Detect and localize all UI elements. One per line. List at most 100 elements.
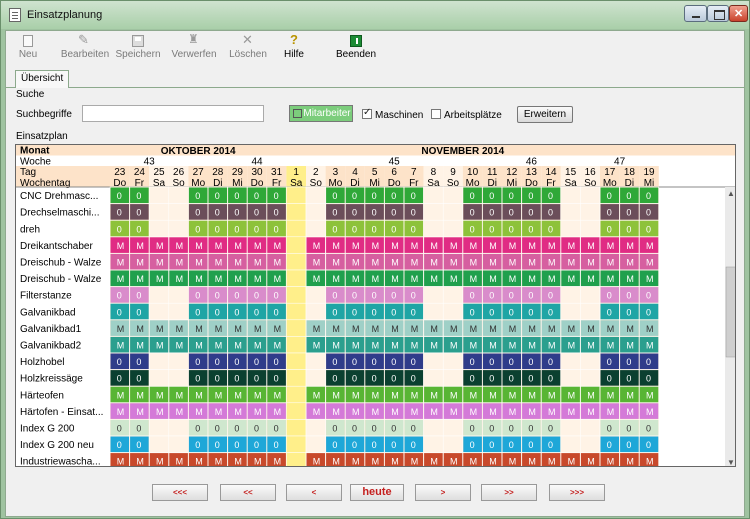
nav-back-more-button[interactable]: << <box>220 484 276 501</box>
schedule-cell[interactable] <box>148 219 170 238</box>
schedule-cell[interactable] <box>580 419 601 437</box>
mitarbeiter-toggle[interactable]: Mitarbeiter <box>289 105 353 122</box>
new-button[interactable]: Neu <box>10 33 46 67</box>
delete-button[interactable]: Löschen <box>222 32 274 67</box>
schedule-cell[interactable] <box>286 186 307 204</box>
help-button[interactable]: Hilfe <box>278 32 310 67</box>
schedule-cell[interactable] <box>423 286 444 304</box>
schedule-cell[interactable] <box>168 435 189 453</box>
arbeitsplaetze-checkbox[interactable]: Arbeitsplätze <box>431 109 502 121</box>
schedule-cell[interactable] <box>442 186 464 204</box>
schedule-cell[interactable] <box>286 385 307 404</box>
schedule-cell[interactable] <box>168 302 189 321</box>
schedule-cell[interactable] <box>168 219 189 238</box>
nav-today-button[interactable]: heute <box>350 484 404 501</box>
schedule-cell[interactable] <box>580 302 601 321</box>
schedule-cell[interactable] <box>580 203 601 221</box>
schedule-cell[interactable] <box>148 419 170 437</box>
schedule-cell[interactable] <box>168 369 189 387</box>
schedule-cell[interactable] <box>168 419 189 437</box>
schedule-cell[interactable] <box>305 435 326 453</box>
schedule-cell[interactable] <box>442 419 464 437</box>
nav-forward-more-button[interactable]: >> <box>481 484 537 501</box>
schedule-cell[interactable] <box>442 302 464 321</box>
schedule-cell[interactable] <box>560 352 581 370</box>
schedule-cell[interactable] <box>580 369 601 387</box>
schedule-cell[interactable] <box>148 203 170 221</box>
schedule-cell[interactable] <box>305 203 326 221</box>
schedule-cell[interactable] <box>286 402 307 420</box>
schedule-cell[interactable] <box>286 269 307 287</box>
schedule-cell[interactable] <box>286 419 307 437</box>
schedule-cell[interactable] <box>148 286 170 304</box>
schedule-cell[interactable] <box>442 219 464 238</box>
schedule-cell[interactable] <box>560 219 581 238</box>
schedule-cell[interactable] <box>580 186 601 204</box>
schedule-cell[interactable] <box>560 369 581 387</box>
nav-back-button[interactable]: < <box>286 484 342 501</box>
schedule-cell[interactable] <box>305 286 326 304</box>
schedule-cell[interactable] <box>148 435 170 453</box>
tab-uebersicht[interactable]: Übersicht <box>15 70 70 88</box>
schedule-cell[interactable] <box>168 203 189 221</box>
schedule-cell[interactable] <box>305 186 326 204</box>
schedule-cell[interactable] <box>423 203 444 221</box>
schedule-cell[interactable] <box>423 352 444 370</box>
nav-back-far-button[interactable]: <<< <box>152 484 208 501</box>
schedule-cell[interactable] <box>580 435 601 453</box>
schedule-cell[interactable] <box>423 186 444 204</box>
schedule-cell[interactable] <box>580 286 601 304</box>
schedule-cell[interactable] <box>286 352 307 370</box>
edit-button[interactable]: Bearbeiten <box>58 32 112 67</box>
nav-forward-far-button[interactable]: >>> <box>549 484 605 501</box>
schedule-cell[interactable] <box>423 419 444 437</box>
schedule-cell[interactable] <box>442 352 464 370</box>
schedule-cell[interactable] <box>286 435 307 453</box>
title-bar[interactable]: Einsatzplanung <box>1 1 749 29</box>
schedule-cell[interactable] <box>560 419 581 437</box>
nav-forward-button[interactable]: > <box>415 484 471 501</box>
schedule-cell[interactable] <box>442 203 464 221</box>
schedule-cell[interactable] <box>560 302 581 321</box>
schedule-cell[interactable] <box>560 286 581 304</box>
schedule-cell[interactable] <box>286 319 307 337</box>
schedule-cell[interactable] <box>305 419 326 437</box>
expand-button[interactable]: Erweitern <box>517 106 573 123</box>
schedule-cell[interactable] <box>305 219 326 238</box>
close-button[interactable] <box>729 5 748 22</box>
schedule-cell[interactable] <box>148 352 170 370</box>
schedule-cell[interactable] <box>442 286 464 304</box>
discard-button[interactable]: Verwerfen <box>166 32 222 67</box>
schedule-grid[interactable]: Monat Woche Tag Wochentag OKTOBER 2014 NOVEMB… <box>15 144 736 467</box>
maschinen-checkbox[interactable]: Maschinen <box>362 107 423 121</box>
minimize-button[interactable] <box>684 5 707 22</box>
search-input[interactable] <box>82 105 264 122</box>
schedule-cell[interactable] <box>560 435 581 453</box>
maximize-button[interactable] <box>707 5 729 22</box>
schedule-cell[interactable] <box>305 302 326 321</box>
schedule-cell[interactable] <box>286 336 307 354</box>
schedule-cell[interactable] <box>286 236 307 254</box>
schedule-cell[interactable] <box>423 219 444 238</box>
schedule-cell[interactable] <box>148 186 170 204</box>
schedule-cell[interactable] <box>286 369 307 387</box>
schedule-cell[interactable] <box>168 286 189 304</box>
schedule-cell[interactable] <box>148 369 170 387</box>
schedule-cell[interactable] <box>286 253 307 271</box>
schedule-cell[interactable] <box>580 352 601 370</box>
schedule-cell[interactable] <box>286 452 307 467</box>
schedule-cell[interactable] <box>286 203 307 221</box>
schedule-cell[interactable] <box>560 186 581 204</box>
schedule-cell[interactable] <box>423 302 444 321</box>
schedule-cell[interactable] <box>442 435 464 453</box>
schedule-cell[interactable] <box>423 435 444 453</box>
schedule-cell[interactable] <box>560 203 581 221</box>
schedule-cell[interactable] <box>442 369 464 387</box>
schedule-cell[interactable] <box>286 302 307 321</box>
schedule-cell[interactable] <box>286 219 307 238</box>
schedule-cell[interactable] <box>168 352 189 370</box>
schedule-cell[interactable] <box>305 369 326 387</box>
schedule-cell[interactable] <box>168 186 189 204</box>
schedule-cell[interactable] <box>286 286 307 304</box>
schedule-cell[interactable] <box>305 352 326 370</box>
